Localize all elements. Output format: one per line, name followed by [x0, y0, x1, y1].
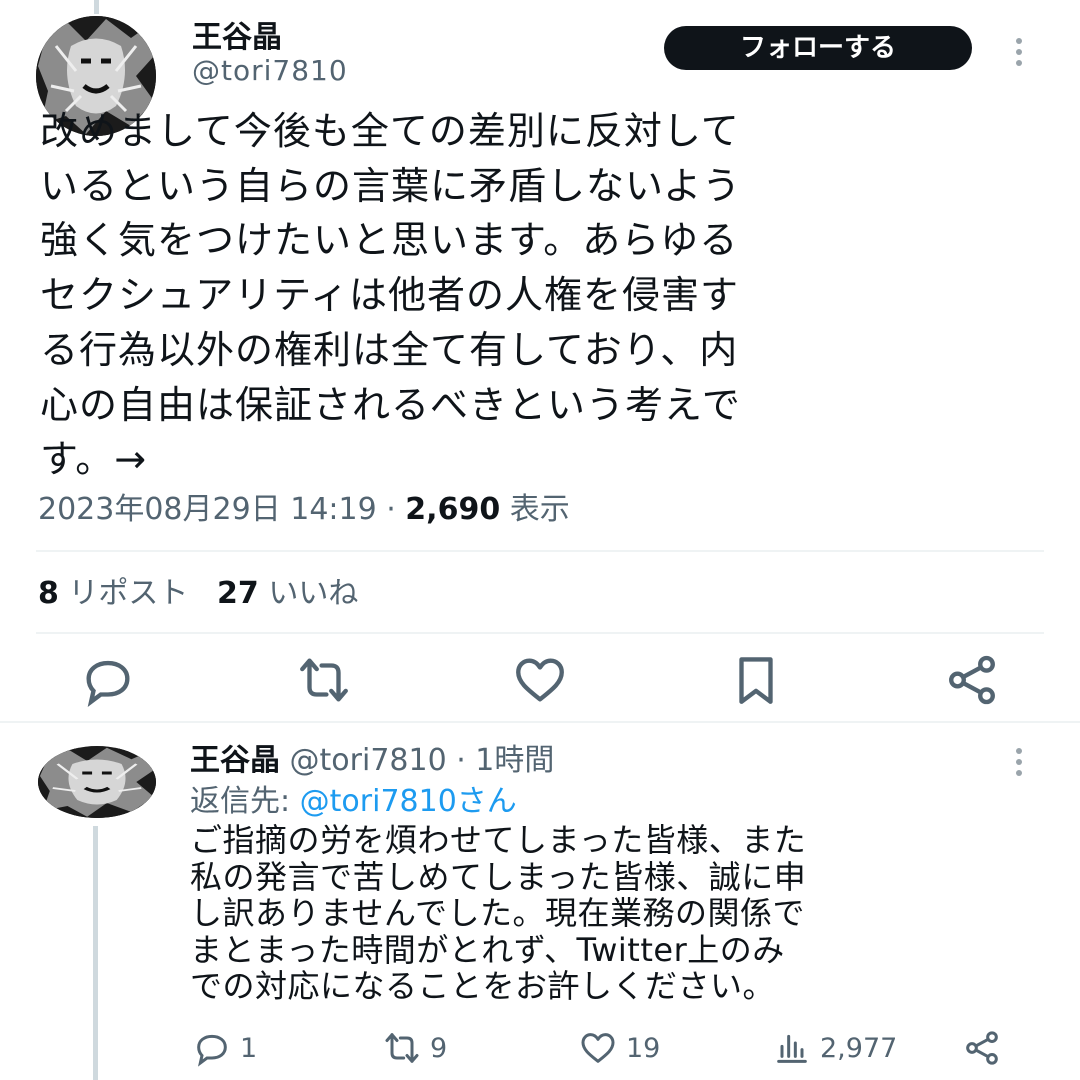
- reply-author-avatar[interactable]: [38, 746, 156, 818]
- reply-reply-button[interactable]: 1: [192, 1028, 257, 1068]
- author-handle[interactable]: @tori7810: [192, 52, 348, 90]
- reposts-count: 8: [38, 576, 59, 611]
- like-icon: [581, 1033, 615, 1063]
- tweet-text: 改めまして今後も全ての差別に反対して いるという自らの言葉に矛盾しないよう 強く気を…: [40, 104, 1020, 487]
- retweet-button[interactable]: [294, 652, 354, 708]
- retweet-count: 9: [430, 1032, 448, 1064]
- like-button[interactable]: [510, 652, 570, 708]
- reply-text-line: ご指摘の労を煩わせてしまった皆様、また: [190, 821, 807, 859]
- reposts-label: リポスト: [58, 576, 189, 611]
- likes-stat[interactable]: 27 いいね: [217, 576, 358, 611]
- like-count: 19: [626, 1032, 661, 1064]
- tweet-text-line: す。→: [40, 437, 148, 482]
- views-label: 表示: [500, 492, 570, 527]
- section-divider: [0, 721, 1080, 723]
- reposts-stat[interactable]: 8 リポスト: [38, 576, 188, 611]
- reply-to-handle-link[interactable]: @tori7810さん: [300, 784, 517, 819]
- share-icon: [966, 1031, 998, 1065]
- reply-text-line: し訳ありませんでした。現在業務の関係で: [190, 894, 805, 933]
- reply-views-button[interactable]: 2,977: [772, 1028, 897, 1068]
- follow-button[interactable]: フォローする: [664, 26, 972, 70]
- share-icon: [949, 655, 995, 705]
- tweet-text-line: る行為以外の権利は全て有しており、内: [40, 327, 739, 372]
- reply-author-name[interactable]: 王谷晶: [190, 743, 280, 778]
- reply-count: 1: [240, 1032, 258, 1064]
- reply-button[interactable]: [78, 652, 138, 708]
- tweet-meta: 2023年08月29日 14:19 · 2,690 表示: [38, 488, 570, 532]
- reply-text-line: 私の発言で苦しめてしまった皆様、誠に申: [190, 857, 807, 896]
- thread-line: [93, 826, 98, 1080]
- tweet-text-line: 改めまして今後も全ての差別に反対して: [40, 109, 740, 153]
- reply-more-options-icon[interactable]: [1014, 748, 1024, 776]
- meta-separator: ·: [376, 492, 406, 527]
- divider: [36, 632, 1044, 634]
- tweet-date[interactable]: 2023年08月29日 14:19: [38, 492, 377, 527]
- tweet-stats: 8 リポスト 27 いいね: [38, 572, 358, 616]
- more-options-icon[interactable]: [1014, 38, 1024, 66]
- reply-text: ご指摘の労を煩わせてしまった皆様、また 私の発言で苦しめてしまった皆様、誠に申 し訳…: [190, 822, 1050, 1005]
- reply-icon: [197, 1034, 227, 1067]
- reply-text-line: まとまった時間がとれず、Twitter上のみ: [190, 930, 785, 969]
- tweet-text-line: セクシュアリティは他者の人権を侵害す: [40, 273, 739, 318]
- views-count: 2,690: [405, 492, 501, 527]
- tweet-text-line: 心の自由は保証されるべきという考えで: [40, 382, 741, 427]
- tweet-text-line: 強く気をつけたいと思います。あらゆる: [40, 218, 739, 263]
- reply-icon: [86, 660, 130, 708]
- reply-to-line: 返信先: @tori7810さん: [190, 782, 517, 822]
- share-button[interactable]: [942, 652, 1002, 708]
- analytics-icon: [777, 1034, 807, 1063]
- bookmark-icon: [739, 657, 773, 704]
- reply-retweet-button[interactable]: 9: [382, 1028, 447, 1068]
- reply-share-button[interactable]: [962, 1028, 1002, 1068]
- reply-header: 王谷晶 @tori7810 · 1時間: [190, 740, 554, 782]
- reply-meta: @tori7810 · 1時間: [280, 743, 555, 778]
- retweet-icon: [385, 1033, 419, 1063]
- reply-like-button[interactable]: 19: [578, 1028, 660, 1068]
- thread-line-top: [94, 0, 99, 14]
- tweet-text-line: いるという自らの言葉に矛盾しないよう: [40, 163, 742, 208]
- likes-count: 27: [217, 576, 259, 611]
- bookmark-button[interactable]: [726, 652, 786, 708]
- reply-text-line: での対応になることをお許しください。: [190, 967, 776, 1006]
- divider: [36, 550, 1044, 552]
- likes-label: いいね: [258, 576, 359, 611]
- like-icon: [516, 658, 564, 702]
- views-count: 2,977: [820, 1032, 898, 1064]
- reply-to-label: 返信先:: [190, 784, 300, 819]
- retweet-icon: [300, 658, 348, 702]
